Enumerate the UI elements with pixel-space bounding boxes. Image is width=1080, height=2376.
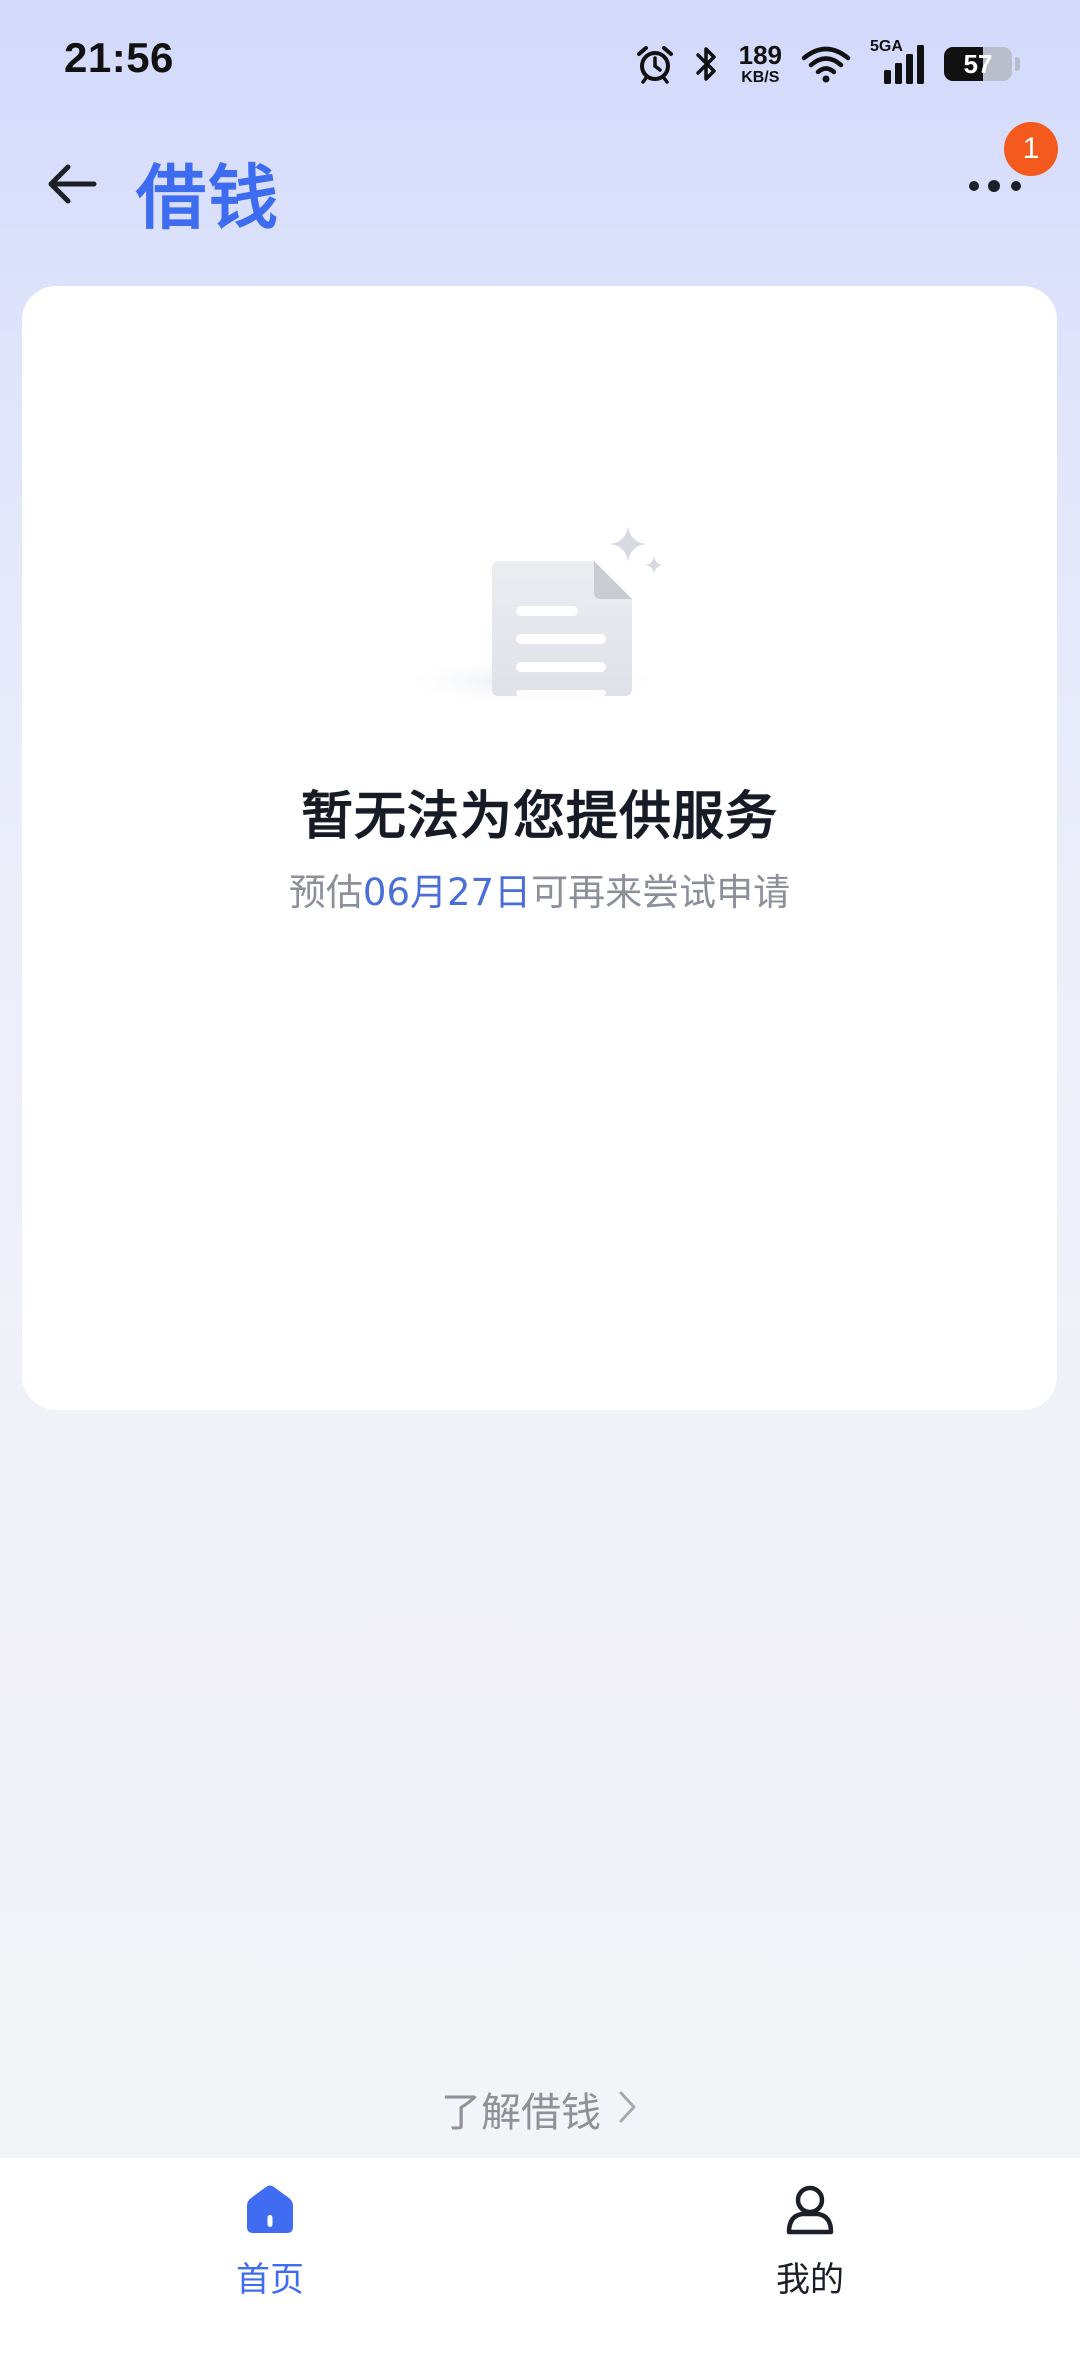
- page-title: 借钱: [136, 157, 280, 239]
- nav-item-home[interactable]: 首页: [170, 2180, 370, 2301]
- more-horizontal-icon: [966, 174, 1026, 198]
- bottom-nav: 首页 我的: [0, 2158, 1080, 2376]
- alarm-icon: [635, 44, 675, 84]
- network-speed-value: 189: [738, 40, 782, 70]
- empty-state-title: 暂无法为您提供服务: [300, 787, 778, 847]
- battery-icon: 57: [944, 47, 1012, 81]
- network-speed: 189 KB/S: [739, 42, 782, 86]
- status-bar: 21:56 189 KB/S 5GA 57: [0, 0, 1080, 130]
- notification-badge: 1: [1004, 122, 1058, 176]
- learn-more-link[interactable]: 了解借钱: [0, 2080, 1080, 2138]
- status-icons: 189 KB/S 5GA 57: [635, 34, 1020, 94]
- nav-item-mine[interactable]: 我的: [710, 2180, 910, 2301]
- empty-document-icon: [392, 486, 692, 706]
- nav-label-mine: 我的: [776, 2260, 844, 2300]
- cellular-signal-icon: 5GA: [870, 38, 926, 86]
- empty-state-subtitle: 预估06月27日可再来尝试申请: [22, 862, 1057, 916]
- chevron-right-icon: [617, 2088, 639, 2130]
- retry-date: 06月27日: [362, 871, 532, 914]
- home-icon: [240, 2180, 300, 2244]
- learn-more-label: 了解借钱: [441, 2090, 601, 2136]
- arrow-left-icon: [44, 156, 100, 216]
- battery-level: 57: [963, 48, 993, 79]
- back-button[interactable]: [36, 150, 108, 222]
- bluetooth-icon: [693, 44, 721, 84]
- user-icon: [780, 2180, 840, 2244]
- battery-tip: [1015, 57, 1020, 71]
- network-speed-unit: KB/S: [741, 69, 780, 86]
- nav-label-home: 首页: [236, 2260, 304, 2300]
- empty-state-card: 暂无法为您提供服务 预估06月27日可再来尝试申请: [22, 286, 1057, 1410]
- status-time: 21:56: [64, 34, 174, 81]
- subtitle-suffix: 可再来尝试申请: [531, 871, 791, 914]
- wifi-icon: [800, 44, 852, 84]
- subtitle-prefix: 预估: [288, 871, 363, 914]
